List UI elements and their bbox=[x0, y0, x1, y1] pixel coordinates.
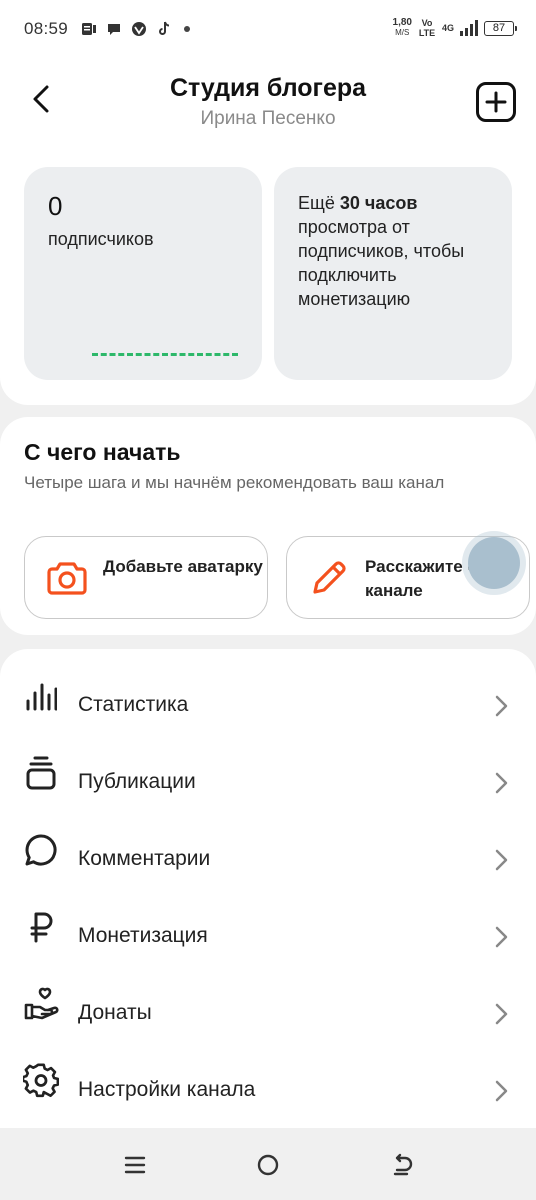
home-button[interactable] bbox=[253, 1150, 283, 1180]
net-speed-value: 1,80 bbox=[392, 17, 412, 28]
menu-label-channel-settings: Настройки канала bbox=[78, 1078, 256, 1101]
subscribers-card[interactable]: 0 подписчиков bbox=[24, 167, 262, 380]
back-return-icon bbox=[393, 1153, 413, 1176]
status-right-icons: 1,80 M/S Vo LTE 4G 87 bbox=[393, 18, 517, 38]
monetization-hours: 30 часов bbox=[339, 193, 418, 213]
bar-chart-icon bbox=[22, 677, 60, 715]
subscribers-label: подписчиков bbox=[48, 229, 154, 249]
plus-icon bbox=[485, 91, 507, 113]
add-avatar-step[interactable]: Добавьте аватарку bbox=[24, 536, 268, 619]
vpn-notification-icon bbox=[130, 20, 147, 37]
menu-label-monetization: Монетизация bbox=[78, 924, 208, 947]
comment-icon bbox=[22, 831, 60, 869]
chevron-right-icon bbox=[490, 1080, 512, 1102]
network-type: 4G bbox=[441, 22, 454, 33]
menu-lines-icon bbox=[124, 1156, 146, 1174]
monetization-card[interactable]: Ещё 30 часов просмотра от подписчиков, ч… bbox=[274, 167, 512, 380]
home-circle-icon bbox=[257, 1154, 279, 1176]
system-back-button[interactable] bbox=[387, 1150, 417, 1180]
chevron-right-icon bbox=[490, 695, 512, 717]
net-speed: 1,80 M/S bbox=[393, 18, 412, 38]
subscribers-progress-line bbox=[92, 353, 238, 356]
subscribers-count: 0 bbox=[48, 191, 63, 221]
add-publication-button[interactable] bbox=[476, 82, 516, 122]
system-navigation-bar bbox=[0, 1128, 536, 1200]
app-notification-icon bbox=[80, 20, 97, 37]
menu-label-publications: Публикации bbox=[78, 770, 196, 793]
studio-menu: Статистика Публикации Комментарии Монети… bbox=[0, 649, 536, 1129]
chevron-right-icon bbox=[490, 1003, 512, 1025]
menu-item-channel-settings[interactable]: Настройки канала bbox=[0, 1044, 536, 1121]
more-notifications-dot bbox=[184, 25, 190, 32]
chevron-right-icon bbox=[490, 849, 512, 871]
status-bar: 08:59 1,80 M/S Vo LTE 4G 87 bbox=[0, 0, 536, 60]
page-subtitle: Ирина Песенко bbox=[200, 108, 336, 129]
menu-item-monetization[interactable]: Монетизация bbox=[0, 890, 536, 967]
add-avatar-label: Добавьте аватарку bbox=[103, 557, 263, 576]
getting-started-title: С чего начать bbox=[24, 439, 181, 465]
net-speed-unit: M/S bbox=[395, 28, 410, 37]
chevron-right-icon bbox=[490, 772, 512, 794]
status-time: 08:59 bbox=[24, 19, 69, 38]
menu-label-comments: Комментарии bbox=[78, 847, 211, 870]
battery-icon: 87 bbox=[484, 20, 517, 36]
getting-started-description: Четыре шага и мы начнём рекомендовать ва… bbox=[24, 473, 445, 492]
recent-apps-button[interactable] bbox=[120, 1150, 150, 1180]
monetization-rest: просмотра от подписчиков, чтобы подключи… bbox=[298, 217, 465, 309]
touch-indicator bbox=[468, 537, 520, 589]
camera-icon bbox=[47, 558, 87, 598]
gear-icon bbox=[22, 1062, 60, 1100]
menu-item-publications[interactable]: Публикации bbox=[0, 736, 536, 813]
menu-item-statistics[interactable]: Статистика bbox=[0, 659, 536, 736]
page-title: Студия блогера bbox=[169, 74, 367, 102]
menu-label-donations: Донаты bbox=[78, 1001, 152, 1024]
monetization-prefix: Ещё bbox=[298, 193, 335, 213]
battery-level: 87 bbox=[492, 21, 506, 34]
ruble-icon bbox=[22, 908, 60, 946]
stack-icon bbox=[22, 754, 60, 792]
notification-icons bbox=[80, 20, 190, 37]
signal-icon bbox=[460, 20, 478, 36]
pencil-icon bbox=[309, 558, 349, 598]
chat-notification-icon bbox=[105, 20, 122, 37]
menu-item-comments[interactable]: Комментарии bbox=[0, 813, 536, 890]
monetization-text: Ещё 30 часов просмотра от подписчиков, ч… bbox=[298, 191, 498, 311]
menu-item-donations[interactable]: Донаты bbox=[0, 967, 536, 1044]
chevron-right-icon bbox=[490, 926, 512, 948]
menu-label-statistics: Статистика bbox=[78, 693, 189, 716]
donate-hand-icon bbox=[22, 985, 60, 1023]
header-section: Студия блогера Ирина Песенко 0 подписчик… bbox=[0, 60, 536, 405]
getting-started-section: С чего начать Четыре шага и мы начнём ре… bbox=[0, 417, 536, 635]
volte-indicator: Vo LTE bbox=[418, 18, 436, 38]
tiktok-notification-icon bbox=[155, 20, 172, 37]
